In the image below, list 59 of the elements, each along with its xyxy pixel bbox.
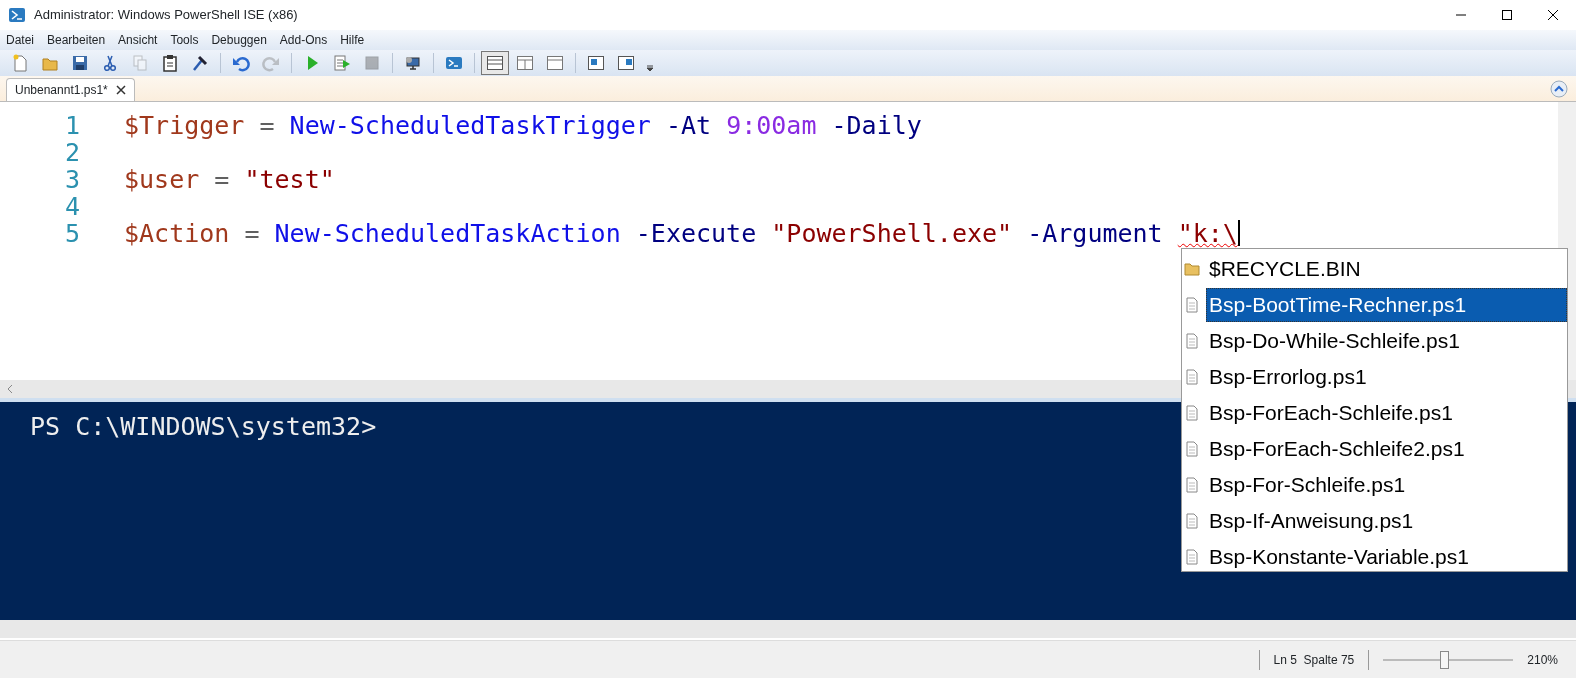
code-token: $Action: [124, 219, 230, 248]
zoom-level: 210%: [1527, 651, 1558, 669]
pane-layout-icon[interactable]: [481, 51, 509, 75]
menu-item[interactable]: Bearbeiten: [47, 31, 106, 49]
collapse-icon[interactable]: [1550, 80, 1568, 98]
horizontal-scrollbar[interactable]: [0, 620, 1576, 638]
cursor-position: Ln 5 Spalte 75: [1273, 651, 1355, 669]
code-token: "k:\: [1177, 219, 1238, 248]
suggestion-item[interactable]: Bsp-Do-While-Schleife.ps1: [1206, 324, 1567, 358]
file-icon: [1184, 549, 1200, 565]
line-number: 3: [63, 166, 80, 193]
powershell-logo-icon: [8, 6, 26, 24]
overflow-caret-icon[interactable]: [646, 64, 654, 72]
code-token: -Daily: [831, 111, 922, 140]
code-token: -Execute: [635, 219, 757, 248]
code-token: $user: [124, 165, 200, 194]
window-title: Administrator: Windows PowerShell ISE (x86): [34, 6, 298, 25]
suggestion-item[interactable]: Bsp-ForEach-Schleife2.ps1: [1206, 432, 1567, 466]
code-token: =: [259, 111, 275, 140]
file-icon: [1184, 513, 1200, 529]
menu-item[interactable]: Ansicht: [118, 31, 158, 49]
file-icon: [1184, 477, 1200, 493]
suggestion-item[interactable]: Bsp-BootTime-Rechner.ps1: [1206, 288, 1567, 322]
suggestion-item[interactable]: Bsp-For-Schleife.ps1: [1206, 468, 1567, 502]
line-number: 4: [63, 193, 80, 220]
code-token: New-ScheduledTaskAction: [274, 219, 621, 248]
code-token: "test": [244, 165, 335, 194]
code-token: $Trigger: [124, 111, 245, 140]
menu-item[interactable]: Debuggen: [211, 31, 267, 49]
line-number: 5: [63, 220, 80, 247]
code-token: -At: [665, 111, 712, 140]
suggestion-item[interactable]: Bsp-If-Anweisung.ps1: [1206, 504, 1567, 538]
file-icon: [1184, 369, 1200, 385]
code-token: New-ScheduledTaskTrigger: [289, 111, 651, 140]
suggestion-item[interactable]: Bsp-Konstante-Variable.ps1: [1206, 540, 1567, 574]
file-icon: [1184, 297, 1200, 313]
menu-item[interactable]: Hilfe: [340, 31, 365, 49]
menu-item[interactable]: Add-Ons: [279, 31, 328, 49]
code-token: -Argument: [1027, 219, 1163, 248]
file-tab[interactable]: Unbenannt1.ps1*: [6, 78, 135, 101]
folder-icon: [1184, 261, 1200, 277]
line-number: 1: [63, 112, 80, 139]
scroll-left-icon[interactable]: [6, 384, 14, 394]
file-icon: [1184, 333, 1200, 349]
code-token: =: [214, 165, 230, 194]
suggestion-item[interactable]: $RECYCLE.BIN: [1206, 252, 1567, 286]
maximize-icon[interactable]: [1501, 9, 1513, 21]
menu-item[interactable]: Datei: [6, 31, 34, 49]
file-icon: [1184, 441, 1200, 457]
close-icon[interactable]: [1547, 9, 1559, 21]
menu-item[interactable]: Tools: [170, 31, 199, 49]
close-icon[interactable]: [115, 85, 126, 95]
zoom-slider[interactable]: [1440, 650, 1450, 669]
code-token: =: [244, 219, 260, 248]
file-icon: [1184, 405, 1200, 421]
code-token: 9:00am: [726, 111, 817, 140]
code-token: "PowerShell.exe": [771, 219, 1013, 248]
line-number: 2: [63, 139, 80, 166]
suggestion-item[interactable]: Bsp-Errorlog.ps1: [1206, 360, 1567, 394]
